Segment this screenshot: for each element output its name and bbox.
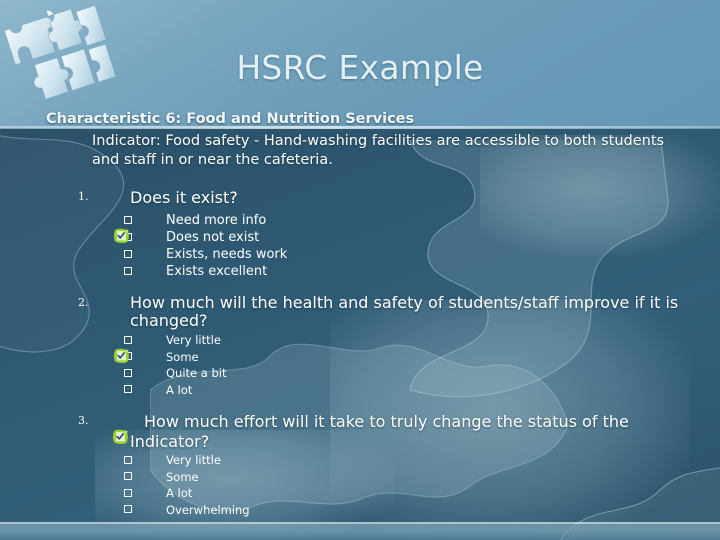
question-number-1: 1. xyxy=(78,190,89,203)
question-text-3: How much effort will it take to truly ch… xyxy=(130,412,629,451)
option-row[interactable]: Exists excellent xyxy=(124,263,287,280)
option-label: Quite a bit xyxy=(166,366,227,380)
option-list-2: Very little Some Quite a bit A lot xyxy=(124,332,226,398)
option-label: Overwhelming xyxy=(166,502,250,517)
checkbox-icon[interactable] xyxy=(124,229,140,246)
option-label: Exists excellent xyxy=(166,264,268,279)
option-list-1: Need more info Does not exist Exists, ne… xyxy=(124,212,287,280)
question-number-3: 3. xyxy=(78,414,89,427)
checkbox-icon[interactable] xyxy=(124,452,140,469)
option-label: Some xyxy=(166,469,199,484)
option-row[interactable]: Very little xyxy=(124,332,226,349)
option-label: A lot xyxy=(166,382,193,397)
option-list-3: Very little Some A lot Overwhelming xyxy=(124,452,250,518)
checkbox-icon[interactable] xyxy=(124,469,140,486)
question-number-2: 2. xyxy=(78,296,89,309)
presentation-slide: HSRC Example Characteristic 6: Food and … xyxy=(0,0,720,540)
option-row[interactable]: Some xyxy=(124,469,250,486)
option-row[interactable]: Does not exist xyxy=(124,229,287,246)
option-label: A lot xyxy=(166,486,193,500)
option-label: Does not exist xyxy=(166,230,260,245)
slide-footer-band xyxy=(0,524,720,540)
option-row[interactable]: Very little xyxy=(124,452,250,469)
page-title: HSRC Example xyxy=(236,48,484,87)
checkbox-icon[interactable] xyxy=(124,502,140,519)
checkbox-icon[interactable] xyxy=(124,332,140,349)
checkbox-icon[interactable] xyxy=(124,246,140,263)
indicator-text: Indicator: Food safety - Hand-washing fa… xyxy=(92,133,665,168)
option-label: Very little xyxy=(166,453,221,467)
option-row[interactable]: A lot xyxy=(124,382,226,399)
option-row[interactable]: Overwhelming xyxy=(124,502,250,519)
option-label: Exists, needs work xyxy=(166,247,288,262)
checkbox-icon[interactable] xyxy=(124,349,140,366)
question-text-1: Does it exist? xyxy=(130,188,238,207)
checkbox-icon[interactable] xyxy=(124,263,140,280)
checkbox-icon[interactable] xyxy=(124,382,140,399)
option-label: Very little xyxy=(166,333,221,347)
question-text-2: How much will the health and safety of s… xyxy=(130,293,679,330)
option-row[interactable]: Exists, needs work xyxy=(124,246,287,263)
option-label: Some xyxy=(166,349,199,364)
option-label: Need more info xyxy=(166,213,267,228)
checkbox-icon[interactable] xyxy=(124,212,140,229)
option-row[interactable]: Need more info xyxy=(124,212,287,229)
option-row[interactable]: A lot xyxy=(124,485,250,502)
checkbox-icon[interactable] xyxy=(124,485,140,502)
characteristic-heading: Characteristic 6: Food and Nutrition Ser… xyxy=(46,111,415,127)
checkbox-icon[interactable] xyxy=(124,365,140,382)
option-row[interactable]: Some xyxy=(124,349,226,366)
option-row[interactable]: Quite a bit xyxy=(124,365,226,382)
